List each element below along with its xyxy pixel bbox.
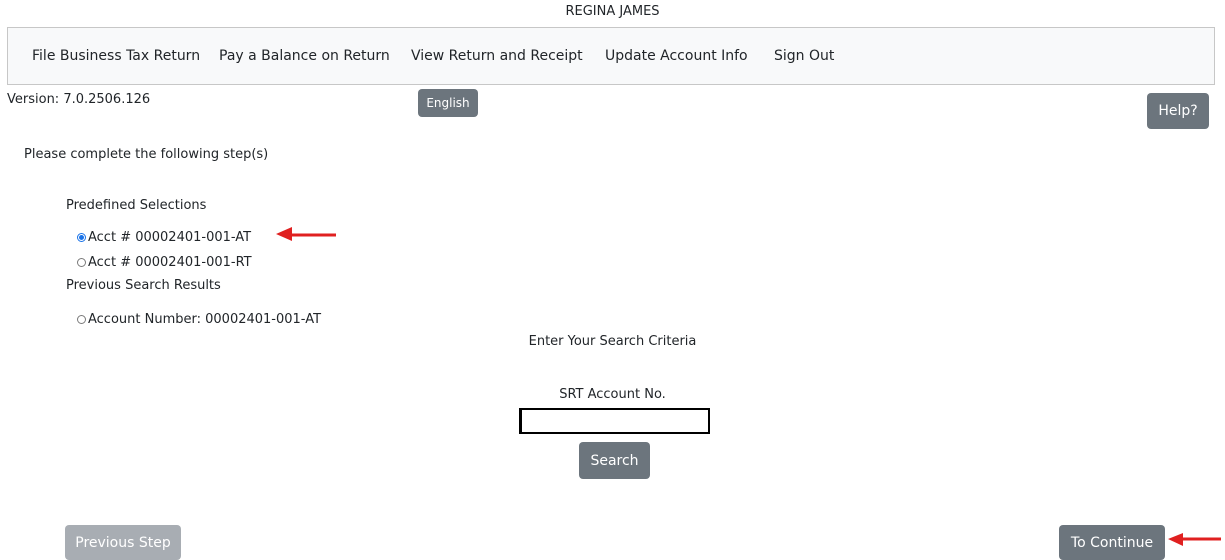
nav-sign-out[interactable]: Sign Out: [774, 48, 834, 64]
nav-view-return-receipt[interactable]: View Return and Receipt: [411, 48, 583, 64]
previous-search-results-title: Previous Search Results: [66, 278, 221, 293]
predefined-option-at[interactable]: Acct # 00002401-001-AT: [77, 229, 251, 245]
predefined-selections-title: Predefined Selections: [66, 198, 207, 213]
previous-result-label: Account Number: 00002401-001-AT: [88, 311, 322, 327]
srt-account-input[interactable]: [519, 408, 710, 434]
radio-unchecked-icon[interactable]: [77, 257, 86, 267]
predefined-option-label: Acct # 00002401-001-RT: [88, 254, 252, 270]
main-navbar: File Business Tax Return Pay a Balance o…: [7, 27, 1215, 85]
red-arrow-icon: [1168, 533, 1221, 546]
predefined-option-rt[interactable]: Acct # 00002401-001-RT: [77, 254, 252, 270]
red-arrow-icon: [276, 227, 336, 241]
previous-step-button[interactable]: Previous Step: [65, 525, 181, 560]
nav-update-account-info[interactable]: Update Account Info: [605, 48, 748, 64]
instruction-text: Please complete the following step(s): [24, 147, 269, 162]
radio-unchecked-icon[interactable]: [77, 314, 86, 324]
to-continue-button[interactable]: To Continue: [1059, 525, 1165, 560]
version-label: Version: 7.0.2506.126: [7, 92, 151, 107]
user-name: REGINA JAMES: [565, 4, 660, 19]
predefined-option-label: Acct # 00002401-001-AT: [88, 229, 252, 245]
search-button[interactable]: Search: [579, 442, 650, 479]
nav-file-business-tax-return[interactable]: File Business Tax Return: [32, 48, 200, 64]
search-criteria-title: Enter Your Search Criteria: [528, 334, 697, 349]
language-button[interactable]: English: [418, 89, 478, 117]
help-button[interactable]: Help?: [1147, 93, 1209, 129]
srt-account-label: SRT Account No.: [559, 387, 666, 402]
radio-checked-icon[interactable]: [77, 232, 86, 242]
previous-result-option[interactable]: Account Number: 00002401-001-AT: [77, 311, 321, 327]
nav-pay-balance[interactable]: Pay a Balance on Return: [219, 48, 390, 64]
